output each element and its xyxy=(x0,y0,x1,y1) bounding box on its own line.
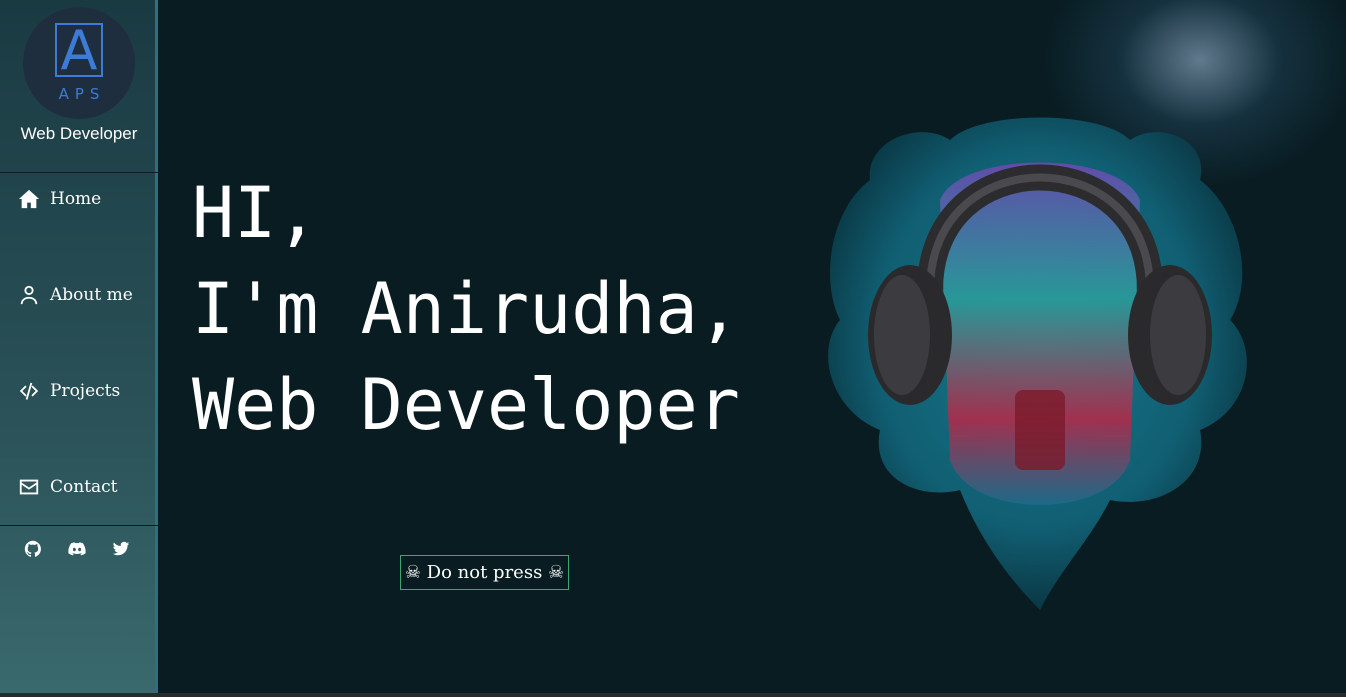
twitter-icon[interactable] xyxy=(110,540,132,558)
nav-contact[interactable]: Contact xyxy=(18,476,118,498)
nav-home[interactable]: Home xyxy=(18,188,101,210)
nav-home-label: Home xyxy=(50,189,102,209)
discord-icon[interactable] xyxy=(66,540,88,558)
social-links xyxy=(22,540,132,558)
divider xyxy=(0,525,158,526)
bottom-bar xyxy=(0,693,1346,697)
nav-about-label: About me xyxy=(50,285,133,305)
logo-letter: A xyxy=(60,19,98,82)
hero-line-role: Web Developer xyxy=(192,364,740,446)
nav-projects-label: Projects xyxy=(50,381,121,401)
hero-line-name: I'm Anirudha, xyxy=(192,268,740,350)
nav-projects[interactable]: Projects xyxy=(18,380,120,402)
headphones-illustration xyxy=(828,117,1247,610)
sidebar: A APS Web Developer Home About me Projec… xyxy=(0,0,158,697)
role-label: Web Developer xyxy=(20,124,138,143)
code-icon xyxy=(19,382,39,400)
envelope-icon xyxy=(19,479,39,495)
hero-line-greeting: HI, xyxy=(192,172,319,254)
logo-subtitle: APS xyxy=(58,85,106,103)
user-icon xyxy=(20,285,38,305)
nav-contact-label: Contact xyxy=(50,477,118,497)
logo-box: A xyxy=(55,19,103,82)
home-icon xyxy=(18,189,40,209)
hero-heading: HI, I'm Anirudha, Web Developer xyxy=(192,165,740,453)
nav-about[interactable]: About me xyxy=(18,284,133,306)
divider xyxy=(0,172,158,173)
logo[interactable]: A APS xyxy=(23,7,135,119)
do-not-press-button[interactable]: ☠ Do not press ☠ xyxy=(400,555,569,590)
github-icon[interactable] xyxy=(22,540,44,558)
